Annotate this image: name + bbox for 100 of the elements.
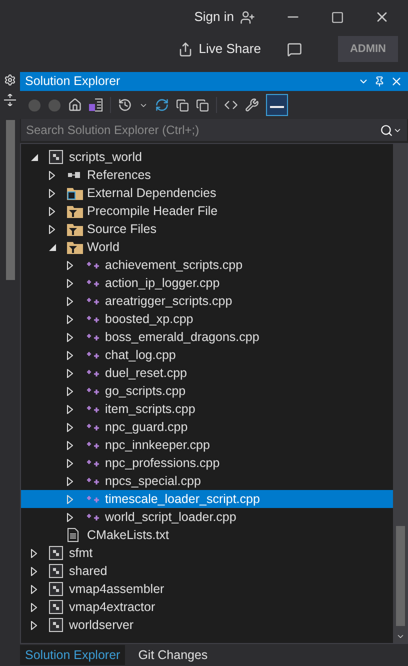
tree-item-label: action_ip_logger.cpp (105, 274, 220, 292)
collapsed-arrow-icon[interactable] (67, 404, 73, 414)
collapsed-arrow-icon[interactable] (49, 170, 55, 180)
tree-item[interactable]: areatrigger_scripts.cpp (21, 292, 393, 310)
split-icon[interactable] (4, 94, 16, 106)
home-icon[interactable] (68, 98, 82, 112)
tree-item[interactable]: boss_emerald_dragons.cpp (21, 328, 393, 346)
tree-item[interactable]: worldserver (21, 616, 393, 634)
scrollbar-thumb[interactable] (396, 526, 404, 626)
tree-item-label: vmap4assembler (69, 580, 164, 598)
close-icon[interactable] (390, 75, 403, 88)
feedback-icon[interactable] (286, 42, 302, 56)
tree-item-label: npcs_special.cpp (105, 472, 201, 490)
cpp-file-icon (85, 385, 101, 397)
tree-item[interactable]: Precompile Header File (21, 202, 393, 220)
tree-item[interactable]: vmap4extractor (21, 598, 393, 616)
add-user-icon[interactable] (240, 10, 255, 24)
tree-item-label: world_script_loader.cpp (105, 508, 236, 526)
tree-item[interactable]: action_ip_logger.cpp (21, 274, 393, 292)
collapsed-arrow-icon[interactable] (49, 206, 55, 216)
cpp-file-icon (85, 277, 101, 289)
tree-item-label: scripts_world (69, 148, 142, 166)
project-icon (49, 150, 63, 164)
tree-item-label: Source Files (87, 220, 156, 238)
tree-item[interactable]: scripts_world (21, 148, 393, 166)
tree-item-label: worldserver (69, 616, 134, 634)
collapsed-arrow-icon[interactable] (67, 422, 73, 432)
search-field[interactable]: Search Solution Explorer (Ctrl+;) (21, 119, 407, 141)
tree-item-label: References (87, 166, 151, 184)
collapsed-arrow-icon[interactable] (67, 458, 73, 468)
cpp-file-icon (85, 349, 101, 361)
collapsed-arrow-icon[interactable] (67, 278, 73, 288)
tree-item[interactable]: CMakeLists.txt (21, 526, 393, 544)
collapsed-arrow-icon[interactable] (67, 350, 73, 360)
folder-icon (67, 222, 83, 236)
tree-item[interactable]: vmap4assembler (21, 580, 393, 598)
tree-item[interactable]: achievement_scripts.cpp (21, 256, 393, 274)
tree-item[interactable]: item_scripts.cpp (21, 400, 393, 418)
tree-item[interactable]: npcs_special.cpp (21, 472, 393, 490)
tree-item-label: boss_emerald_dragons.cpp (105, 328, 260, 346)
tree-item[interactable]: Source Files (21, 220, 393, 238)
collapsed-arrow-icon[interactable] (31, 584, 37, 594)
maximize-icon[interactable] (331, 10, 344, 24)
cpp-file-icon (85, 259, 101, 271)
tree-item[interactable]: duel_reset.cpp (21, 364, 393, 382)
pending-changes-icon[interactable] (118, 98, 132, 112)
collapsed-arrow-icon[interactable] (67, 332, 73, 342)
collapsed-arrow-icon[interactable] (67, 296, 73, 306)
tree-item[interactable]: World (21, 238, 393, 256)
refresh-icon[interactable] (155, 98, 169, 112)
tree-item[interactable]: npc_guard.cpp (21, 418, 393, 436)
live-share-button[interactable]: Live Share (174, 39, 265, 59)
collapsed-arrow-icon[interactable] (31, 602, 37, 612)
collapsed-arrow-icon[interactable] (31, 620, 37, 630)
tree-item[interactable]: npc_innkeeper.cpp (21, 436, 393, 454)
bottom-tab[interactable]: Git Changes (133, 644, 213, 666)
collapsed-arrow-icon[interactable] (67, 386, 73, 396)
preview-toggle-icon[interactable] (266, 94, 288, 116)
collapsed-arrow-icon[interactable] (67, 512, 73, 522)
collapsed-arrow-icon[interactable] (49, 188, 55, 198)
tree-item[interactable]: world_script_loader.cpp (21, 508, 393, 526)
tree-item-label: npc_innkeeper.cpp (105, 436, 210, 454)
code-icon[interactable] (224, 98, 238, 112)
tree-item[interactable]: boosted_xp.cpp (21, 310, 393, 328)
collapsed-arrow-icon[interactable] (67, 368, 73, 378)
switch-views-icon[interactable] (89, 98, 103, 112)
cpp-file-icon (85, 367, 101, 379)
collapsed-arrow-icon[interactable] (49, 224, 55, 234)
pin-icon[interactable] (374, 76, 385, 87)
tree-item-label: World (87, 238, 120, 256)
tree-item[interactable]: go_scripts.cpp (21, 382, 393, 400)
search-input[interactable]: Search Solution Explorer (Ctrl+;) (26, 121, 380, 139)
collapsed-arrow-icon[interactable] (67, 440, 73, 450)
tree-item[interactable]: chat_log.cpp (21, 346, 393, 364)
tree-item-label: boosted_xp.cpp (105, 310, 194, 328)
scrollbar[interactable] (6, 120, 14, 280)
search-icon[interactable] (380, 124, 393, 136)
collapsed-arrow-icon[interactable] (67, 260, 73, 270)
settings-icon[interactable] (4, 74, 16, 86)
tree-item[interactable]: timescale_loader_script.cpp (21, 490, 393, 508)
tree-item[interactable]: External Dependencies (21, 184, 393, 202)
scroll-down-icon[interactable] (396, 632, 404, 641)
project-icon (49, 546, 63, 560)
tree-item[interactable]: npc_professions.cpp (21, 454, 393, 472)
expanded-arrow-icon[interactable] (49, 244, 56, 250)
sign-in-link[interactable]: Sign in (194, 7, 234, 27)
collapsed-arrow-icon[interactable] (67, 314, 73, 324)
collapsed-arrow-icon[interactable] (31, 566, 37, 576)
folder-icon (67, 204, 83, 218)
expanded-arrow-icon[interactable] (31, 154, 38, 160)
collapsed-arrow-icon[interactable] (67, 476, 73, 486)
tree-item[interactable]: shared (21, 562, 393, 580)
collapsed-arrow-icon[interactable] (31, 548, 37, 558)
cpp-file-icon (85, 457, 101, 469)
wrench-icon[interactable] (245, 98, 259, 112)
tree-item-label: chat_log.cpp (105, 346, 176, 364)
tree-item[interactable]: sfmt (21, 544, 393, 562)
cpp-file-icon (85, 439, 101, 451)
bottom-tab[interactable]: Solution Explorer (20, 644, 126, 666)
tree-item[interactable]: References (21, 166, 393, 184)
